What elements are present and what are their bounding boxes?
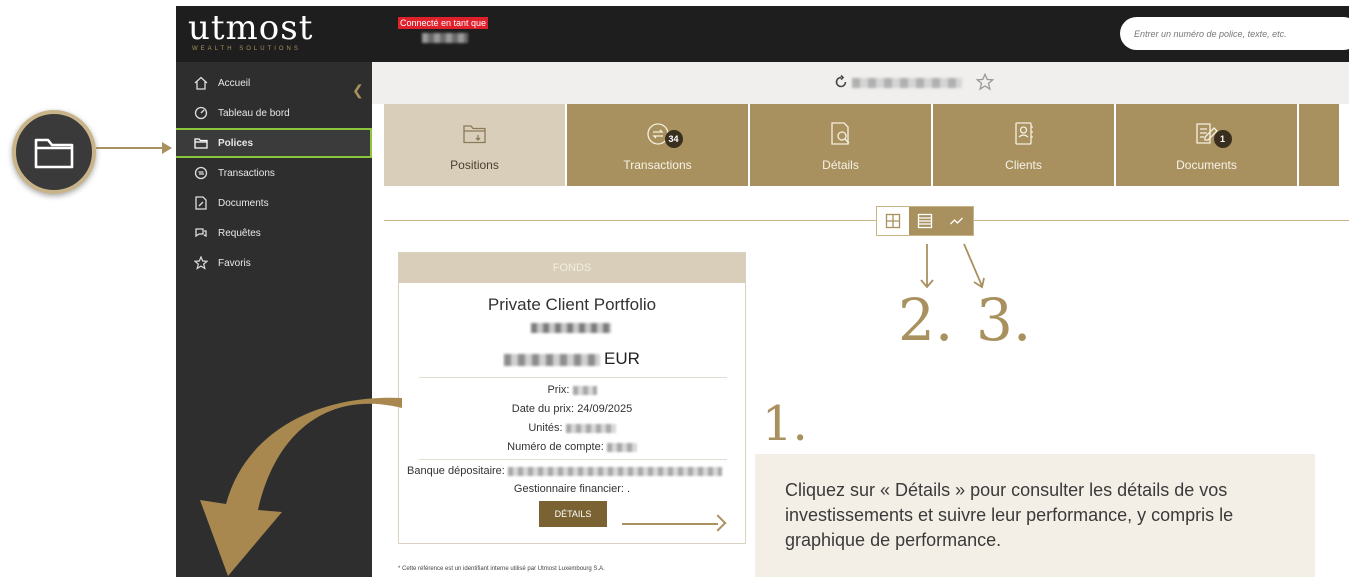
units-label: Unités: [528, 422, 563, 434]
callout-arrow-head [162, 142, 172, 154]
documents-count-badge: 1 [1213, 130, 1232, 148]
divider [419, 459, 727, 460]
annotation-arrows [920, 243, 985, 289]
tab-label: Détails [822, 158, 859, 172]
view-switcher [876, 206, 974, 236]
tab-label: Positions [450, 158, 499, 172]
bank-row: Banque dépositaire: [407, 465, 722, 477]
annotation-step-3: 3. [976, 286, 1032, 354]
callout-arrow-line [96, 147, 166, 149]
transactions-icon [192, 164, 210, 182]
tab-positions[interactable]: Positions [384, 104, 565, 186]
units-redacted [565, 423, 616, 433]
fund-card: FONDS Private Client Portfolio EUR Prix:… [398, 252, 746, 544]
grid-view-button[interactable] [877, 207, 909, 235]
utmost-logo[interactable]: utmost [188, 8, 313, 48]
user-name-redacted [422, 33, 468, 43]
sidebar-item-favoris[interactable]: Favoris [176, 248, 372, 278]
main-content: Positions 34 Transactions Détails Client… [372, 62, 1349, 577]
account-row: Numéro de compte: [399, 441, 745, 453]
transactions-icon: 34 [643, 120, 683, 148]
fund-name: Private Client Portfolio [487, 295, 657, 314]
footnote: * Cette référence est un identifiant int… [398, 566, 605, 572]
document-edit-icon: 1 [1192, 120, 1232, 148]
fund-card-header: FONDS [399, 253, 745, 283]
instruction-panel: Cliquez sur « Détails » pour consulter l… [755, 454, 1315, 577]
callout-folder-icon [12, 110, 96, 194]
details-button[interactable]: DÉTAILS [539, 501, 607, 527]
top-bar: utmost WEALTH SOLUTIONS Connecté en tant… [176, 6, 1349, 62]
tab-label: Documents [1176, 158, 1237, 172]
search-input[interactable] [1120, 17, 1349, 50]
requests-icon [192, 224, 210, 242]
fund-value: EUR [399, 349, 745, 369]
sidebar-item-tableau-de-bord[interactable]: Tableau de bord [176, 98, 372, 128]
policy-number-redacted [852, 78, 962, 88]
amount-redacted [504, 353, 601, 366]
home-icon [192, 74, 210, 92]
tab-overflow[interactable] [1299, 104, 1339, 186]
details-arrow-line [622, 523, 718, 525]
folder-arrow-icon [460, 120, 490, 148]
fund-id-redacted [531, 323, 611, 333]
logo-subtitle: WEALTH SOLUTIONS [192, 46, 301, 52]
star-icon [192, 254, 210, 272]
transactions-count-badge: 34 [664, 130, 683, 148]
sidebar-item-label: Favoris [218, 257, 251, 269]
price-date-value: 24/09/2025 [577, 403, 633, 415]
section-divider [384, 220, 1349, 221]
manager-row: Gestionnaire financier: . [399, 483, 745, 495]
sidebar-item-label: Transactions [218, 167, 275, 179]
refresh-icon[interactable] [834, 74, 848, 94]
manager-label: Gestionnaire financier: [513, 483, 624, 495]
big-curved-arrow [200, 397, 402, 576]
sidebar-item-accueil[interactable]: Accueil [176, 68, 372, 98]
favorite-star-icon[interactable] [975, 72, 995, 96]
list-view-button[interactable] [909, 207, 941, 235]
tab-transactions[interactable]: 34 Transactions [567, 104, 748, 186]
clients-icon [1009, 120, 1039, 148]
price-date-label: Date du prix: [511, 403, 575, 415]
global-search[interactable] [1120, 17, 1349, 50]
tab-label: Transactions [623, 158, 692, 172]
login-status: Connecté en tant que [398, 17, 489, 29]
account-redacted [606, 442, 637, 452]
fund-currency: EUR [604, 349, 640, 368]
details-icon [826, 120, 856, 148]
sidebar-item-label: Documents [218, 197, 269, 209]
bank-redacted [507, 466, 722, 476]
sidebar-item-requetes[interactable]: Requêtes [176, 218, 372, 248]
units-row: Unités: [399, 422, 745, 434]
sidebar-item-documents[interactable]: Documents [176, 188, 372, 218]
sidebar-item-polices[interactable]: Polices [176, 128, 372, 158]
tab-documents[interactable]: 1 Documents [1116, 104, 1297, 186]
document-icon [192, 194, 210, 212]
tab-clients[interactable]: Clients [933, 104, 1114, 186]
divider [419, 377, 727, 378]
manager-value: . [627, 483, 631, 495]
bank-label: Banque dépositaire: [407, 465, 505, 477]
annotation-step-2: 2. [898, 286, 954, 354]
sidebar-item-label: Requêtes [218, 227, 261, 239]
annotation-step-1: 1. [762, 396, 808, 452]
sidebar-item-label: Accueil [218, 77, 251, 89]
callout-area [0, 0, 176, 577]
price-date-row: Date du prix: 24/09/2025 [399, 403, 745, 415]
sidebar-item-label: Polices [218, 137, 254, 149]
policy-header [372, 62, 1349, 104]
tab-label: Clients [1005, 158, 1042, 172]
account-label: Numéro de compte: [507, 441, 604, 453]
chart-view-button[interactable] [941, 207, 973, 235]
folder-icon [192, 134, 210, 152]
price-label: Prix: [547, 384, 570, 396]
price-row: Prix: [399, 384, 745, 396]
price-redacted [572, 385, 597, 395]
dashboard-icon [192, 104, 210, 122]
sidebar-item-label: Tableau de bord [218, 107, 290, 119]
tab-details[interactable]: Détails [750, 104, 931, 186]
policy-tabs: Positions 34 Transactions Détails Client… [384, 104, 1349, 186]
sidebar-item-transactions[interactable]: Transactions [176, 158, 372, 188]
